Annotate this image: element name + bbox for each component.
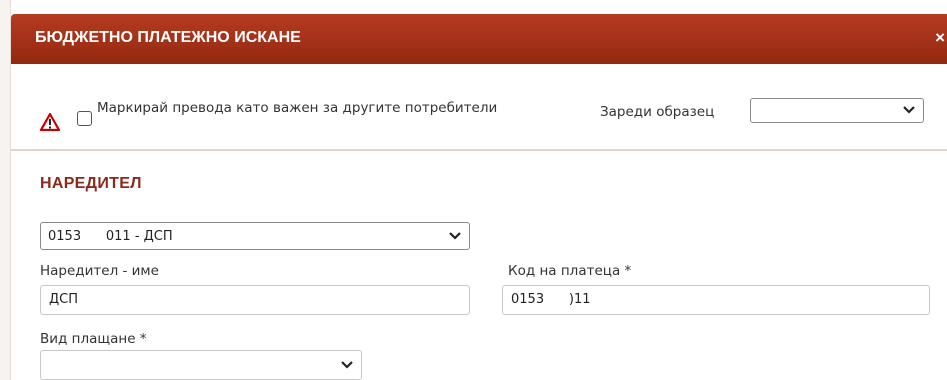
payer-code-value: 0153 )11	[511, 292, 591, 307]
orderer-name-label: Наредител - име	[40, 263, 159, 279]
orderer-name-value: ДСП	[49, 292, 79, 307]
mark-important-checkbox[interactable]	[77, 111, 92, 126]
chevron-down-icon	[449, 232, 461, 240]
payer-code-field[interactable]: 0153 )11	[502, 285, 930, 315]
warning-icon	[40, 113, 60, 131]
close-icon[interactable]: ×	[935, 28, 945, 48]
load-template-label: Зареди образец	[600, 104, 715, 120]
chevron-down-icon	[341, 361, 353, 369]
window-frame	[0, 0, 11, 380]
orderer-account-value: 0153 011 - ДСП	[48, 229, 173, 244]
dialog-header: БЮДЖЕТНО ПЛАТЕЖНО ИСКАНЕ ×	[11, 14, 947, 64]
mark-important-label: Маркирай превода като важен за другите п…	[97, 100, 498, 116]
payment-type-select[interactable]	[40, 350, 362, 380]
payer-code-label: Код на платеца *	[508, 263, 632, 279]
payment-type-label: Вид плащане *	[40, 331, 147, 347]
section-title-orderer: НАРЕДИТЕЛ	[40, 175, 142, 192]
divider	[11, 149, 947, 151]
load-template-select[interactable]	[750, 98, 924, 123]
orderer-name-field[interactable]: ДСП	[40, 285, 470, 315]
dialog-title: БЮДЖЕТНО ПЛАТЕЖНО ИСКАНЕ	[35, 29, 301, 46]
orderer-account-select[interactable]: 0153 011 - ДСП	[40, 222, 470, 250]
chevron-down-icon	[903, 106, 915, 114]
